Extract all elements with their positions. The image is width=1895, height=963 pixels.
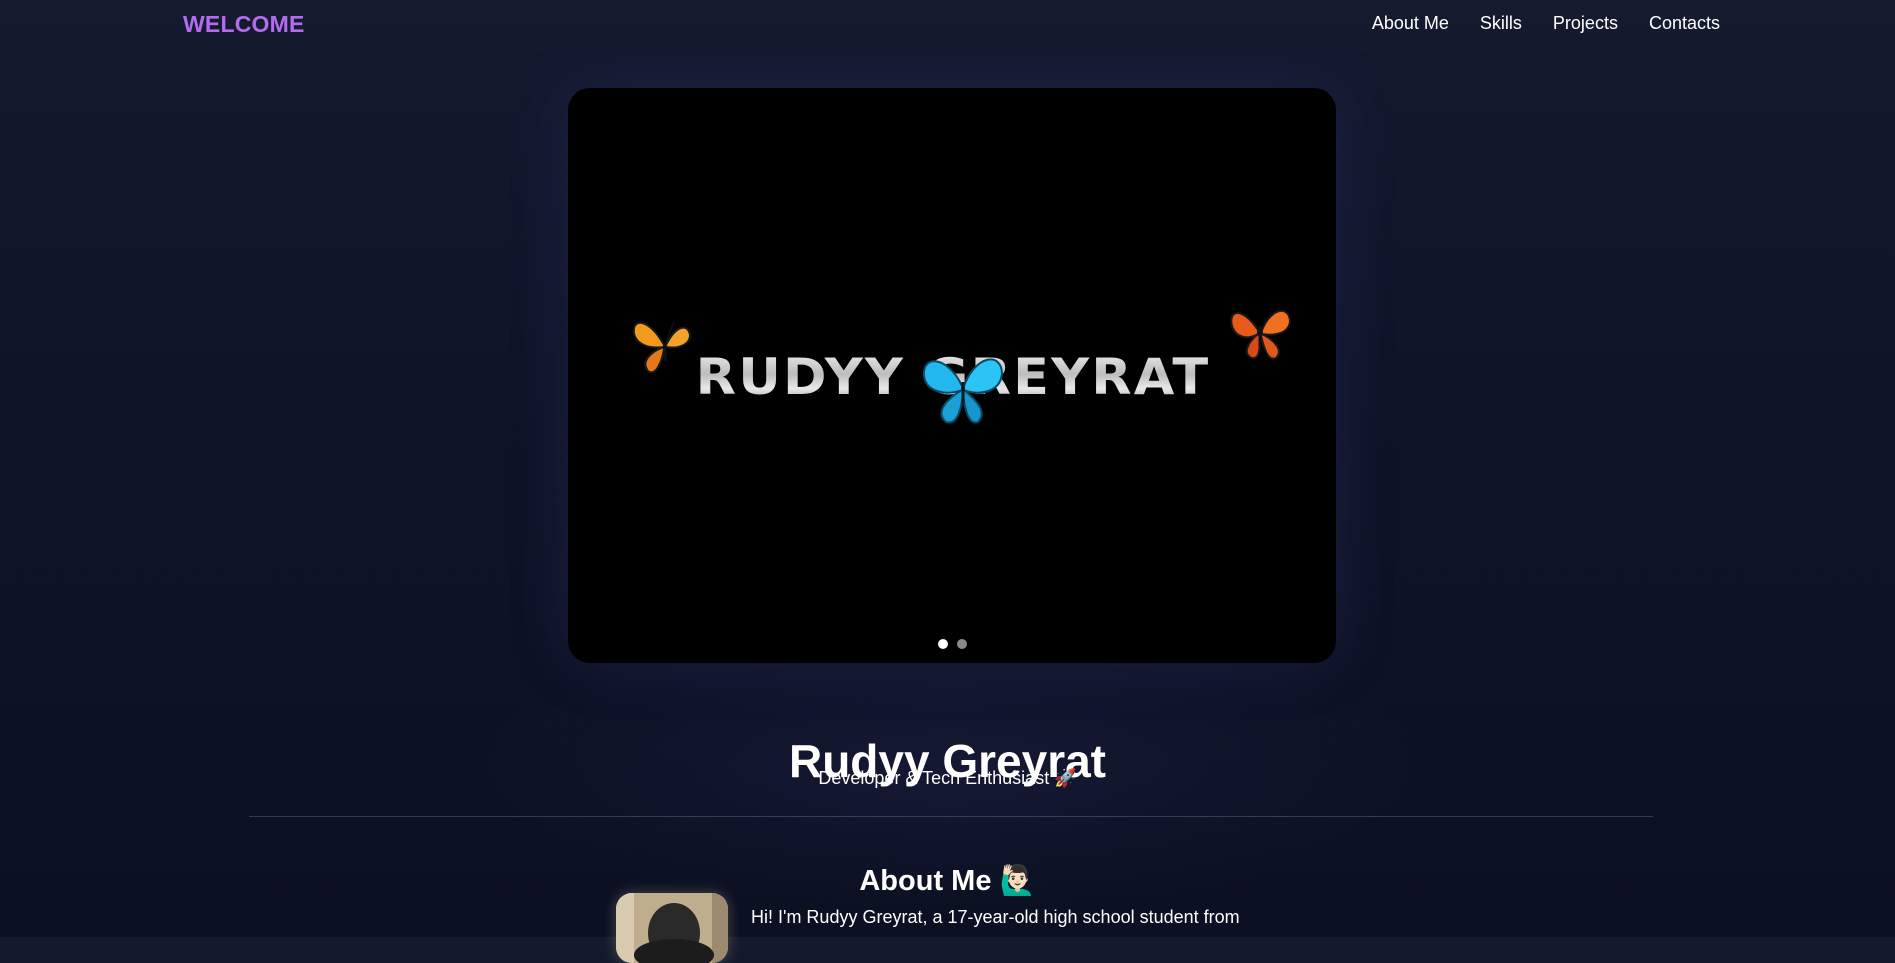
hero-logo: RUDYY GREYRAT — [628, 308, 1292, 438]
butterfly-red-icon — [1230, 310, 1292, 360]
navbar: WELCOME About Me Skills Projects Contact… — [0, 0, 1895, 52]
carousel-indicators — [568, 639, 1336, 649]
avatar — [616, 893, 728, 963]
nav-links: About Me Skills Projects Contacts — [1372, 13, 1720, 34]
avatar-photo — [616, 893, 728, 963]
nav-link-projects[interactable]: Projects — [1553, 13, 1618, 34]
hero-carousel[interactable]: RUDYY GREYRAT — [568, 88, 1336, 663]
profile-tagline: Developer & Tech Enthusiast 🚀 — [818, 768, 1077, 788]
about-intro: Hi! I'm Rudyy Greyrat, a 17-year-old hig… — [751, 907, 1240, 927]
brand-logo[interactable]: WELCOME — [183, 11, 305, 38]
about-title: About Me 🙋🏻‍♂️ — [859, 865, 1036, 898]
carousel-dot-1[interactable] — [937, 639, 948, 649]
nav-link-skills[interactable]: Skills — [1480, 13, 1522, 34]
butterfly-blue-icon — [922, 358, 1004, 424]
butterfly-orange-icon — [632, 320, 692, 374]
carousel-dot-2[interactable] — [956, 639, 967, 649]
nav-link-contacts[interactable]: Contacts — [1649, 13, 1720, 34]
nav-link-about-me[interactable]: About Me — [1372, 13, 1449, 34]
section-divider — [249, 816, 1653, 817]
